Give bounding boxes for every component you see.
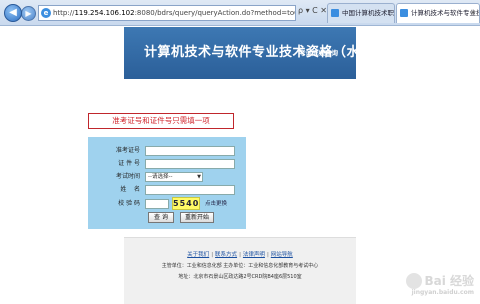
address-bar[interactable]: e http://119.254.106.102:8080/bdrs/query… [38, 5, 296, 21]
header-banner: 计算机技术与软件专业技术资格（水平） 考试成绩查询 [124, 27, 387, 79]
page-subtitle: 考试成绩查询 [299, 49, 338, 57]
back-arrow-icon[interactable]: ◀ [4, 4, 22, 22]
ie-page-icon: e [41, 8, 51, 18]
watermark-url: jingyan.baidu.com [411, 289, 474, 296]
form-row-exam-time: 考试时间 --请选择-- ▼ [88, 171, 246, 183]
page-title: 计算机技术与软件专业技术资格（水平） [144, 45, 388, 60]
id-label: 证 件 号 [118, 160, 140, 167]
ticket-number-input[interactable] [145, 146, 235, 156]
name-label: 姓 名 [120, 186, 140, 193]
url-path: :8080/bdrs/query/queryAction.do?method=t… [134, 9, 295, 17]
url-prefix: http:// [53, 9, 75, 17]
exam-time-value: --请选择-- [148, 174, 173, 180]
address-controls[interactable]: ρ ▾ C ✕ [298, 6, 327, 15]
watermark-text: Bai 经验 [424, 273, 474, 288]
form-row-name: 姓 名 [88, 184, 246, 196]
tab-close-icon[interactable]: ✕ [470, 4, 476, 22]
exam-time-label: 考试时间 [115, 173, 140, 180]
ticket-label: 准考证号 [115, 147, 140, 154]
reset-button[interactable]: 重新开始 [180, 212, 214, 223]
paw-logo-icon [406, 273, 423, 289]
form-row-id: 证 件 号 [88, 158, 246, 170]
query-button[interactable]: 查 询 [148, 212, 174, 223]
tab-favicon-icon [331, 9, 339, 17]
captcha-image[interactable]: 5540 [172, 197, 200, 210]
exam-time-select[interactable]: --请选择-- ▼ [145, 172, 203, 182]
tab-favicon-icon [400, 9, 408, 17]
url-host: 119.254.106.102 [74, 9, 135, 17]
chevron-down-icon: ▼ [197, 174, 201, 180]
captcha-label: 校 验 码 [118, 200, 140, 207]
name-input[interactable] [145, 185, 235, 195]
browser-toolbar: ◀ ▶ e http://119.254.106.102:8080/bdrs/q… [0, 0, 480, 26]
tab-ccpt[interactable]: 中国计算机技术职业资格网 ... [327, 3, 395, 23]
id-number-input[interactable] [145, 159, 235, 169]
captcha-input[interactable] [145, 199, 169, 209]
form-row-captcha: 校 验 码 5540 点击更换 [88, 197, 246, 210]
form-row-ticket: 准考证号 [88, 145, 246, 157]
watermark: Bai 经验 jingyan.baidu.com [406, 272, 474, 296]
captcha-refresh-link[interactable]: 点击更换 [205, 198, 227, 210]
forward-arrow-icon[interactable]: ▶ [21, 6, 36, 21]
tab-label: 中国计算机技术职业资格网 ... [342, 9, 394, 17]
notice-box: 准考证号和证件号只需填一项 [88, 113, 234, 129]
page-body: 计算机技术与软件专业技术资格（水平） 考试成绩查询 准考证号和证件号只需填一项 … [0, 27, 480, 304]
tab-score-query[interactable]: 计算机技术与软件专业技... ✕ [396, 3, 480, 23]
